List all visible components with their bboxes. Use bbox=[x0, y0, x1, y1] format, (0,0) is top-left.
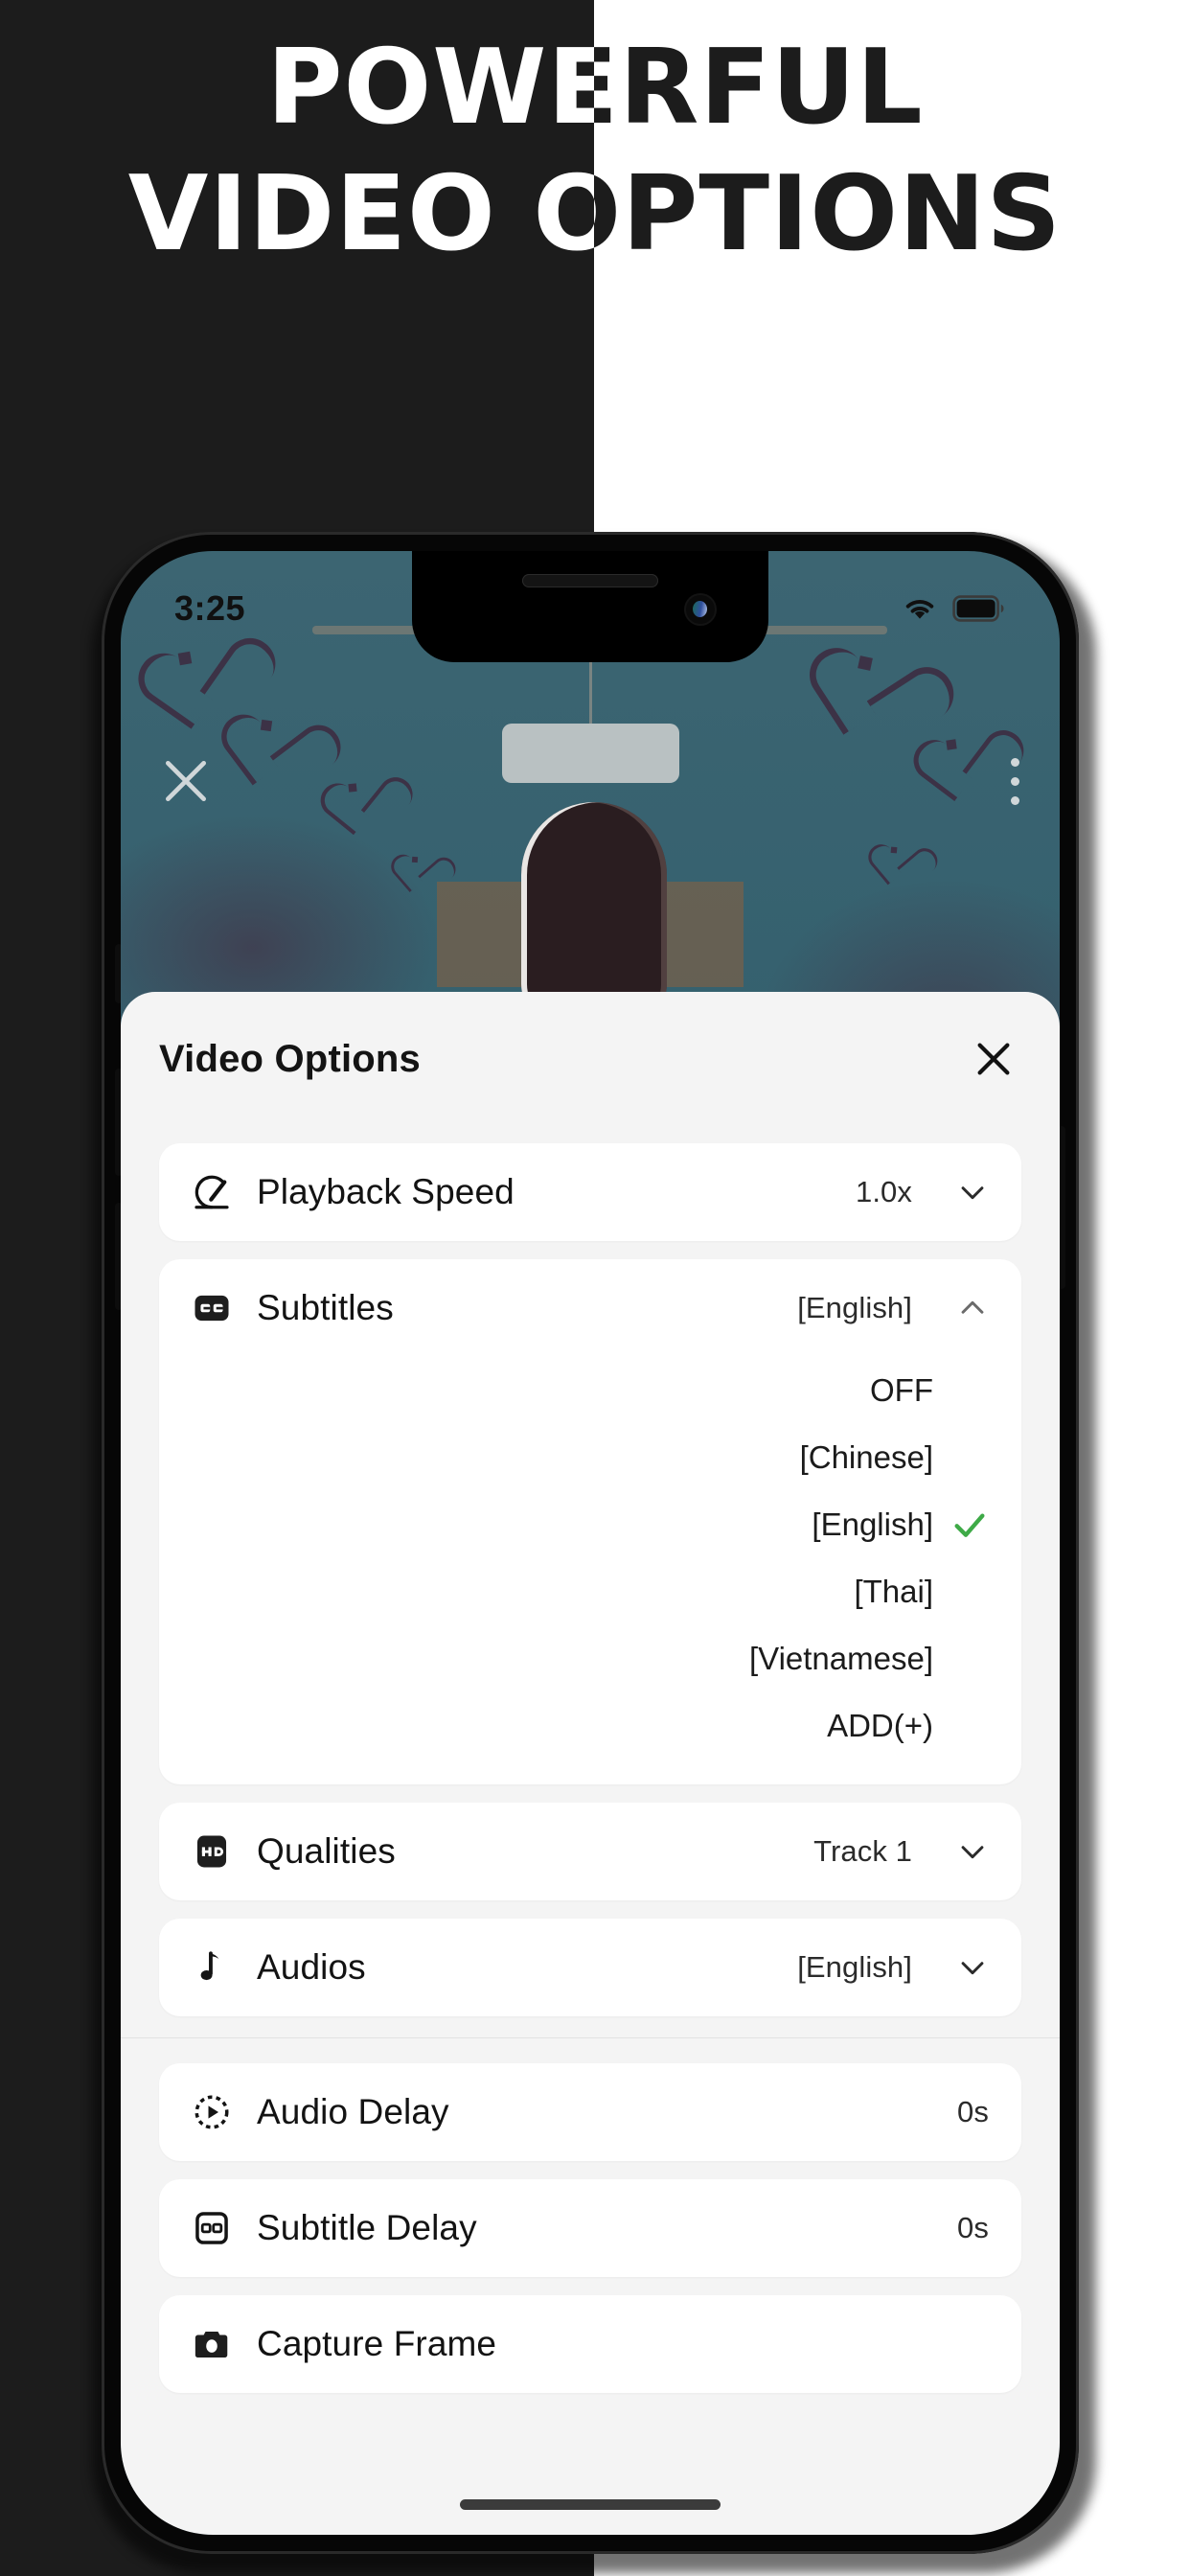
subtitle-option-selected[interactable]: [English] bbox=[192, 1491, 989, 1558]
subtitle-option[interactable]: OFF bbox=[192, 1357, 989, 1424]
row-value-audio-delay: 0s bbox=[957, 2095, 989, 2128]
card-audio-delay: Audio Delay 0s bbox=[159, 2063, 1021, 2161]
more-vertical-icon-dot bbox=[1010, 777, 1019, 786]
row-qualities[interactable]: Qualities Track 1 bbox=[159, 1803, 1021, 1900]
sheet-body: Playback Speed 1.0x Subtitles [English] … bbox=[121, 1126, 1060, 2535]
card-subtitle-delay: Subtitle Delay 0s bbox=[159, 2179, 1021, 2277]
more-vertical-icon-dot bbox=[1010, 758, 1019, 767]
row-audio-delay[interactable]: Audio Delay 0s bbox=[159, 2063, 1021, 2161]
row-label-audios: Audios bbox=[257, 1947, 366, 1987]
closed-caption-outline-icon bbox=[190, 2206, 234, 2250]
player-close-button[interactable] bbox=[159, 754, 213, 808]
row-subtitles[interactable]: Subtitles [English] bbox=[159, 1259, 1021, 1357]
sheet-title: Video Options bbox=[159, 1037, 421, 1080]
hd-icon bbox=[190, 1829, 234, 1874]
section-divider bbox=[121, 2037, 1060, 2038]
row-audios[interactable]: Audios [English] bbox=[159, 1919, 1021, 2016]
music-note-icon bbox=[190, 1945, 234, 1990]
card-capture-frame: Capture Frame bbox=[159, 2295, 1021, 2393]
subtitle-option[interactable]: [Vietnamese] bbox=[192, 1625, 989, 1692]
row-label-subtitles: Subtitles bbox=[257, 1288, 394, 1327]
status-bar: 3:25 bbox=[121, 580, 1060, 637]
video-subject bbox=[521, 802, 667, 1023]
card-audios: Audios [English] bbox=[159, 1919, 1021, 2016]
row-subtitle-delay[interactable]: Subtitle Delay 0s bbox=[159, 2179, 1021, 2277]
status-bar-indicators bbox=[901, 594, 1006, 623]
subtitle-option-label: OFF bbox=[870, 1372, 933, 1408]
chevron-up-icon[interactable] bbox=[956, 1292, 989, 1324]
row-value-playback-speed: 1.0x bbox=[856, 1175, 912, 1208]
subtitle-option[interactable]: [Chinese] bbox=[192, 1424, 989, 1491]
heart-doodle-icon bbox=[858, 656, 873, 671]
more-vertical-icon-dot bbox=[1010, 796, 1019, 805]
status-bar-time: 3:25 bbox=[174, 588, 246, 628]
phone-mockup: 3:25 Video Options Playback Speed 1.0x S… bbox=[84, 532, 1106, 2575]
row-label-audio-delay: Audio Delay bbox=[257, 2092, 449, 2131]
subtitle-option-add[interactable]: ADD(+) bbox=[192, 1692, 989, 1760]
subtitle-option-label: [Chinese] bbox=[799, 1439, 933, 1475]
row-playback-speed[interactable]: Playback Speed 1.0x bbox=[159, 1143, 1021, 1241]
card-subtitles: Subtitles [English] OFF [Chinese] [Engli… bbox=[159, 1259, 1021, 1784]
row-value-subtitles: [English] bbox=[797, 1291, 912, 1324]
sheet-header: Video Options bbox=[121, 992, 1060, 1126]
heart-doodle-icon bbox=[411, 856, 419, 863]
close-icon bbox=[166, 761, 207, 801]
heart-doodle-icon bbox=[177, 651, 193, 666]
subtitle-option[interactable]: [Thai] bbox=[192, 1558, 989, 1625]
play-delay-icon bbox=[190, 2090, 234, 2134]
home-indicator[interactable] bbox=[460, 2499, 721, 2510]
subtitle-options-list: OFF [Chinese] [English] [Thai] [Vietname… bbox=[159, 1357, 1021, 1784]
row-label-capture-frame: Capture Frame bbox=[257, 2324, 497, 2363]
heart-doodle-icon bbox=[260, 719, 273, 732]
video-decor-poster bbox=[502, 724, 679, 783]
row-label-playback-speed: Playback Speed bbox=[257, 1172, 515, 1211]
wifi-icon bbox=[905, 599, 934, 619]
subtitle-option-label: [Thai] bbox=[854, 1574, 933, 1609]
player-more-button[interactable] bbox=[1008, 758, 1021, 805]
chevron-down-icon[interactable] bbox=[956, 1176, 989, 1208]
chevron-down-icon[interactable] bbox=[956, 1835, 989, 1868]
subtitle-option-label: [Vietnamese] bbox=[748, 1641, 933, 1676]
speedometer-icon bbox=[190, 1170, 234, 1214]
close-icon bbox=[977, 1043, 1010, 1075]
row-label-qualities: Qualities bbox=[257, 1831, 396, 1871]
heart-doodle-icon bbox=[890, 846, 898, 854]
subtitle-option-label: ADD(+) bbox=[827, 1708, 933, 1743]
subtitle-option-label: [English] bbox=[812, 1506, 933, 1542]
card-qualities: Qualities Track 1 bbox=[159, 1803, 1021, 1900]
row-capture-frame[interactable]: Capture Frame bbox=[159, 2295, 1021, 2393]
card-playback-speed: Playback Speed 1.0x bbox=[159, 1143, 1021, 1241]
closed-caption-icon bbox=[190, 1286, 234, 1330]
phone-screen: 3:25 Video Options Playback Speed 1.0x S… bbox=[121, 551, 1060, 2535]
row-value-subtitle-delay: 0s bbox=[957, 2211, 989, 2244]
row-value-qualities: Track 1 bbox=[813, 1834, 912, 1868]
heart-doodle-icon bbox=[348, 783, 357, 793]
row-value-audios: [English] bbox=[797, 1950, 912, 1984]
chevron-down-icon[interactable] bbox=[956, 1951, 989, 1984]
phone-body: 3:25 Video Options Playback Speed 1.0x S… bbox=[102, 532, 1079, 2554]
battery-icon bbox=[952, 595, 1004, 622]
video-options-sheet: Video Options Playback Speed 1.0x Subtit… bbox=[121, 992, 1060, 2535]
row-label-subtitle-delay: Subtitle Delay bbox=[257, 2208, 477, 2247]
heart-doodle-icon bbox=[946, 739, 957, 750]
camera-icon bbox=[190, 2322, 234, 2366]
sheet-close-button[interactable] bbox=[972, 1037, 1016, 1081]
check-icon bbox=[950, 1506, 989, 1544]
